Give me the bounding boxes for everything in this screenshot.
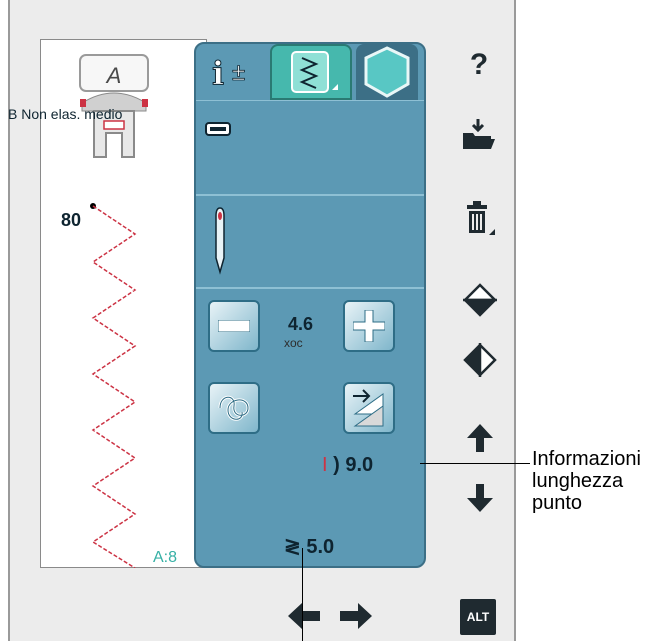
svg-text:±: ±	[232, 59, 245, 86]
info-settings-icon: i ±	[212, 54, 246, 93]
annotation-line-2: lunghezza	[532, 470, 624, 492]
stitch-length-value: 9.0	[345, 454, 374, 476]
length-annotation-label: Informazioni lunghezza punto	[532, 448, 641, 514]
help-icon[interactable]: ?	[462, 48, 496, 82]
hexagon-icon	[364, 46, 410, 98]
stitch-length-row: I ) 9.0	[322, 454, 373, 477]
stitch-preview-line	[90, 203, 137, 568]
stitch-info-section	[196, 100, 424, 194]
needle-section	[196, 194, 424, 285]
length-annotation-line	[420, 463, 530, 464]
alt-button[interactable]: ALT	[460, 599, 496, 635]
svg-text:i: i	[212, 54, 224, 92]
stitch-width-icon: ≷	[284, 536, 301, 558]
stitch-balance-button[interactable]	[343, 382, 395, 434]
mirror-vertical-icon[interactable]	[460, 280, 500, 320]
tab-info[interactable]: i ±	[202, 44, 266, 100]
arrow-down-icon[interactable]	[460, 478, 500, 518]
decrease-button[interactable]	[208, 300, 260, 352]
thread-loops-icon	[218, 395, 250, 421]
arrow-up-icon[interactable]	[460, 418, 500, 458]
needle-icon	[215, 207, 225, 275]
increase-button[interactable]	[343, 300, 395, 352]
stitch-width-value: 5.0	[306, 536, 335, 558]
arrow-left-icon[interactable]	[282, 596, 326, 636]
annotation-line-3: punto	[532, 492, 583, 514]
balance-arrow-icon	[353, 389, 384, 427]
stitch-menu-icon	[291, 51, 338, 93]
width-annotation-line	[302, 548, 303, 641]
annotation-line-1: Informazioni	[532, 448, 641, 470]
current-setting-value: 4.6	[288, 314, 314, 334]
arrow-right-icon[interactable]	[334, 596, 378, 636]
sewing-machine-icon	[205, 122, 231, 136]
tab-stitch-menu[interactable]	[270, 44, 352, 100]
tab-hexagon[interactable]	[356, 44, 418, 100]
needle-size: 80	[61, 210, 82, 230]
svg-text:A: A	[105, 63, 122, 88]
mirror-horizontal-icon[interactable]	[460, 340, 500, 380]
stitch-name: B Non elas. medio	[8, 106, 123, 122]
minus-icon	[218, 320, 250, 332]
stitch-width-row: ≷ 5.0	[284, 534, 334, 559]
thread-tension-button[interactable]	[208, 382, 260, 434]
trash-icon[interactable]	[460, 200, 500, 240]
open-folder-icon[interactable]	[458, 114, 498, 154]
length-paren: )	[327, 454, 346, 476]
setting-symbol: xoc	[284, 336, 303, 350]
plus-icon	[353, 310, 385, 342]
stitch-code-label: A:8	[153, 549, 178, 566]
